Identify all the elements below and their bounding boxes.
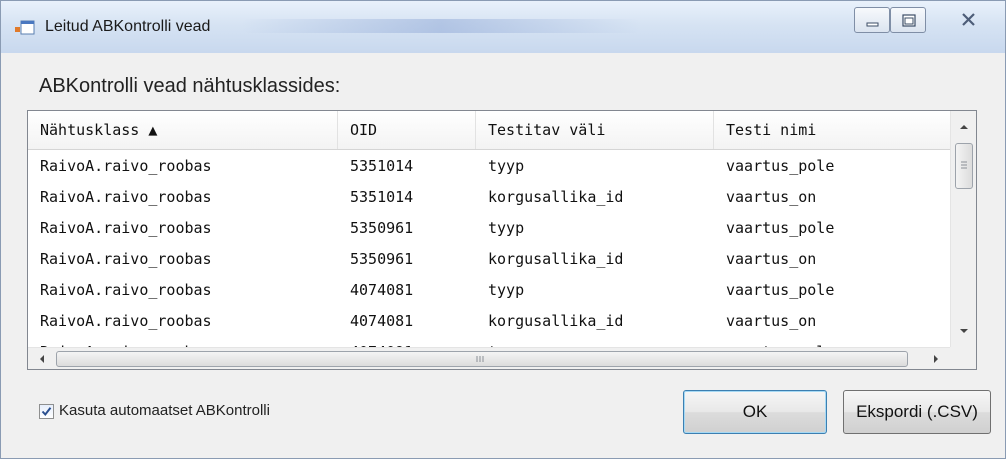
cell-oid: 5350961: [350, 250, 414, 268]
dialog-window: Leitud ABKontrolli vead ABKontrolli vead…: [0, 0, 1006, 459]
scroll-up-arrow-icon[interactable]: [959, 123, 969, 131]
cell-class: RaivoA.raivo_roobas: [40, 250, 212, 268]
column-header-field[interactable]: Testitav väli: [476, 111, 714, 149]
table-row[interactable]: RaivoA.raivo_roobas 4074091 tyyp vaartus…: [28, 337, 950, 347]
cell-test-name: vaartus_pole: [714, 337, 950, 347]
cell-test-name: vaartus_on: [726, 312, 817, 330]
table-row[interactable]: RaivoA.raivo_roobas 5350961 korgusallika…: [28, 244, 950, 275]
cell-field: tyyp: [488, 157, 525, 175]
column-header-class[interactable]: Nähtusklass ▲: [28, 111, 338, 149]
export-csv-button[interactable]: Ekspordi (.CSV): [843, 390, 991, 434]
cell-field: korgusallika_id: [488, 188, 624, 206]
table-row[interactable]: RaivoA.raivo_roobas 5351014 tyyp vaartus…: [28, 151, 950, 182]
cell-test-name: vaartus_pole: [726, 281, 835, 299]
cell-class: RaivoA.raivo_roobas: [40, 219, 212, 237]
cell-oid: 5350961: [350, 219, 414, 237]
horizontal-scrollbar[interactable]: [28, 347, 950, 369]
cell-test-name: vaartus_pole: [726, 219, 835, 237]
maximize-icon: [902, 14, 916, 27]
vertical-scrollbar[interactable]: [950, 111, 976, 347]
column-header-oid[interactable]: OID: [338, 111, 476, 149]
scroll-down-arrow-icon[interactable]: [959, 327, 969, 335]
cell-class: RaivoA.raivo_roobas: [40, 281, 212, 299]
cell-oid: 4074081: [350, 312, 414, 330]
cell-class: RaivoA.raivo_roobas: [28, 337, 338, 347]
cell-field: korgusallika_id: [488, 312, 624, 330]
column-header-test-name[interactable]: Testi nimi: [714, 111, 950, 149]
cell-test-name: vaartus_on: [726, 188, 817, 206]
cell-field: tyyp: [488, 219, 525, 237]
errors-heading: ABKontrolli vead nähtusklassides:: [39, 75, 341, 97]
grip-icon: [476, 356, 484, 362]
auto-check-label[interactable]: Kasuta automaatset ABKontrolli: [59, 402, 270, 419]
vertical-scroll-thumb[interactable]: [955, 143, 973, 189]
horizontal-scroll-thumb[interactable]: [56, 351, 908, 367]
minimize-icon: [866, 22, 879, 27]
cell-oid: 4074091: [338, 337, 476, 347]
title-bar[interactable]: Leitud ABKontrolli vead: [1, 1, 1005, 53]
cell-test-name: vaartus_on: [726, 250, 817, 268]
checkmark-icon: [41, 407, 52, 417]
table-header: Nähtusklass ▲ OID Testitav väli Testi ni…: [28, 111, 950, 150]
errors-table[interactable]: Nähtusklass ▲ OID Testitav väli Testi ni…: [27, 110, 977, 370]
close-button[interactable]: [941, 7, 997, 33]
table-row[interactable]: RaivoA.raivo_roobas 4074081 korgusallika…: [28, 306, 950, 337]
cell-test-name: vaartus_pole: [726, 157, 835, 175]
cell-class: RaivoA.raivo_roobas: [40, 188, 212, 206]
maximize-button[interactable]: [890, 7, 926, 33]
scroll-left-arrow-icon[interactable]: [38, 354, 46, 364]
cell-field: tyyp: [488, 281, 525, 299]
table-row[interactable]: RaivoA.raivo_roobas 4074081 tyyp vaartus…: [28, 275, 950, 306]
table-row[interactable]: RaivoA.raivo_roobas 5351014 korgusallika…: [28, 182, 950, 213]
table-row[interactable]: RaivoA.raivo_roobas 5350961 tyyp vaartus…: [28, 213, 950, 244]
cell-class: RaivoA.raivo_roobas: [40, 312, 212, 330]
table-body: RaivoA.raivo_roobas 5351014 tyyp vaartus…: [28, 151, 950, 347]
auto-check-checkbox[interactable]: [39, 404, 54, 419]
window-title: Leitud ABKontrolli vead: [45, 18, 211, 35]
minimize-button[interactable]: [854, 7, 890, 33]
cell-oid: 5351014: [350, 188, 414, 206]
cell-field: tyyp: [476, 337, 714, 347]
cell-field: korgusallika_id: [488, 250, 624, 268]
title-bar-background-blur: [241, 19, 641, 33]
grip-icon: [961, 161, 967, 169]
dialog-app-icon: [15, 20, 35, 35]
ok-button[interactable]: OK: [683, 390, 827, 434]
scroll-right-arrow-icon[interactable]: [932, 354, 940, 364]
cell-class: RaivoA.raivo_roobas: [40, 157, 212, 175]
scrollbar-corner: [950, 347, 976, 369]
cell-oid: 5351014: [350, 157, 414, 175]
cell-oid: 4074081: [350, 281, 414, 299]
close-icon: [962, 13, 975, 26]
